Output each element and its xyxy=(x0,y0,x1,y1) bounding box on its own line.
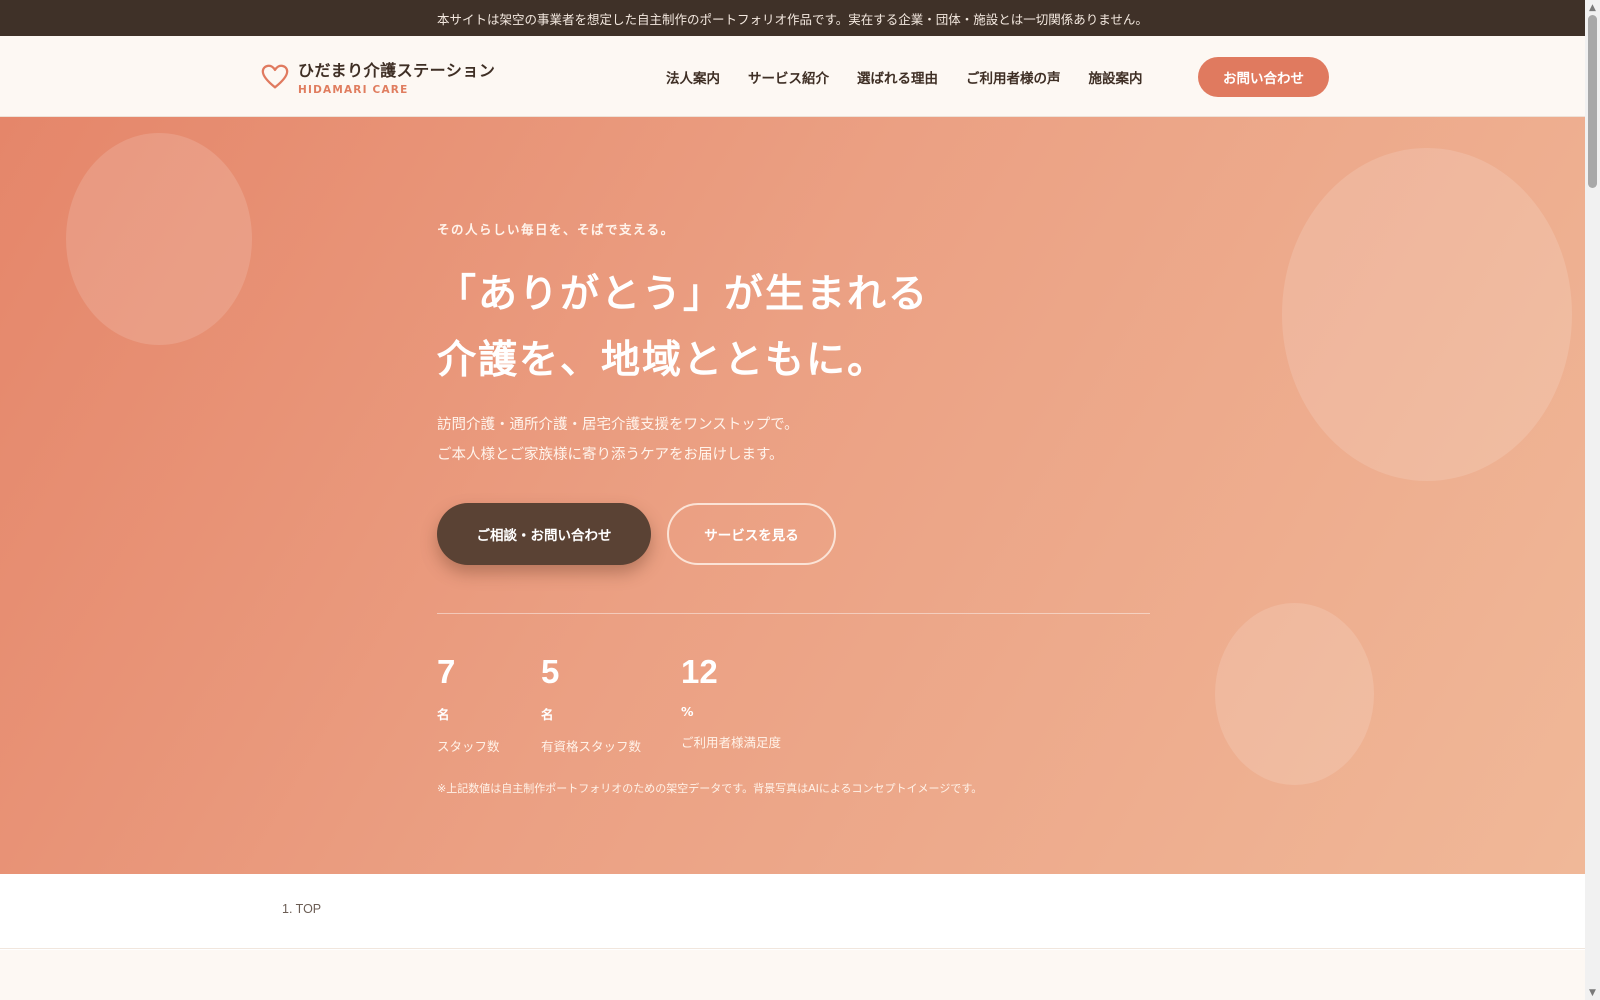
nav-item-company[interactable]: 法人案内 xyxy=(666,67,720,87)
headline-line-2: 介護を、地域とともに。 xyxy=(437,338,889,383)
vertical-scrollbar[interactable]: ▲ ▼ xyxy=(1585,0,1600,1000)
stat-staff-count: 7 名 スタッフ数 xyxy=(437,652,500,755)
hero-section: その人らしい毎日を、そばで支える。 「ありがとう」が生まれる 介護を、地域ととも… xyxy=(0,117,1585,874)
heart-icon xyxy=(261,64,289,88)
brand-text: ひだまり介護ステーション HIDAMARI CARE xyxy=(298,57,495,96)
stat-satisfaction: 12 % ご利用者様満足度 xyxy=(681,652,781,751)
breadcrumb[interactable]: 1. TOP xyxy=(282,902,321,916)
stat-unit: 名 xyxy=(541,707,554,722)
stat-value: 7 xyxy=(437,653,456,690)
breadcrumb-bar: 1. TOP xyxy=(0,874,1585,949)
decorative-circle xyxy=(1215,603,1374,785)
nav-item-facilities[interactable]: 施設案内 xyxy=(1089,67,1143,87)
stat-qualified-staff: 5 名 有資格スタッフ数 xyxy=(541,652,641,755)
stat-label: スタッフ数 xyxy=(437,739,500,754)
hero-lead: 訪問介護・通所介護・居宅介護支援をワンストップで。 ご本人様とご家族様に寄り添う… xyxy=(437,410,799,470)
notice-text: 本サイトは架空の事業者を想定した自主制作のポートフォリオ作品です。実在する企業・… xyxy=(437,11,1148,27)
nav-item-services[interactable]: サービス紹介 xyxy=(748,67,829,87)
brand-name: ひだまり介護ステーション xyxy=(298,61,496,80)
decorative-circle xyxy=(66,133,252,345)
page: 本サイトは架空の事業者を想定した自主制作のポートフォリオ作品です。実在する企業・… xyxy=(0,0,1585,1000)
headline-line-1: 「ありがとう」が生まれる xyxy=(437,272,930,317)
stat-label: 有資格スタッフ数 xyxy=(541,739,642,754)
stat-value: 5 xyxy=(541,653,560,690)
scroll-down-icon[interactable]: ▼ xyxy=(1585,985,1600,1000)
brand-logo[interactable]: ひだまり介護ステーション HIDAMARI CARE xyxy=(260,57,495,96)
nav-item-reasons[interactable]: 選ばれる理由 xyxy=(857,67,938,87)
consult-contact-button[interactable]: ご相談・お問い合わせ xyxy=(437,503,651,565)
next-section xyxy=(0,950,1585,1000)
nav-item-voices[interactable]: ご利用者様の声 xyxy=(966,67,1061,87)
stat-unit: 名 xyxy=(437,707,450,722)
site-header: ひだまり介護ステーション HIDAMARI CARE 法人案内 サービス紹介 選… xyxy=(0,36,1585,117)
lead-line-1: 訪問介護・通所介護・居宅介護支援をワンストップで。 xyxy=(437,417,799,433)
stat-value: 12 xyxy=(681,653,718,690)
contact-button[interactable]: お問い合わせ xyxy=(1198,57,1329,97)
hero-tagline: その人らしい毎日を、そばで支える。 xyxy=(437,222,675,237)
brand-subtitle: HIDAMARI CARE xyxy=(298,84,409,96)
hero-headline: 「ありがとう」が生まれる 介護を、地域とともに。 xyxy=(437,262,929,394)
view-services-button[interactable]: サービスを見る xyxy=(667,503,836,565)
notice-bar: 本サイトは架空の事業者を想定した自主制作のポートフォリオ作品です。実在する企業・… xyxy=(0,0,1585,36)
stat-unit: % xyxy=(681,704,694,719)
lead-line-2: ご本人様とご家族様に寄り添うケアをお届けします。 xyxy=(437,447,784,463)
scroll-up-icon[interactable]: ▲ xyxy=(1585,0,1600,15)
disclaimer-note: ※上記数値は自主制作ポートフォリオのための架空データです。背景写真はAIによるコ… xyxy=(437,782,983,795)
hero-divider xyxy=(437,613,1150,614)
stat-label: ご利用者様満足度 xyxy=(681,735,782,750)
decorative-circle xyxy=(1282,148,1572,481)
main-nav: 法人案内 サービス紹介 選ばれる理由 ご利用者様の声 施設案内 xyxy=(666,36,1171,117)
scrollbar-thumb[interactable] xyxy=(1588,15,1597,188)
